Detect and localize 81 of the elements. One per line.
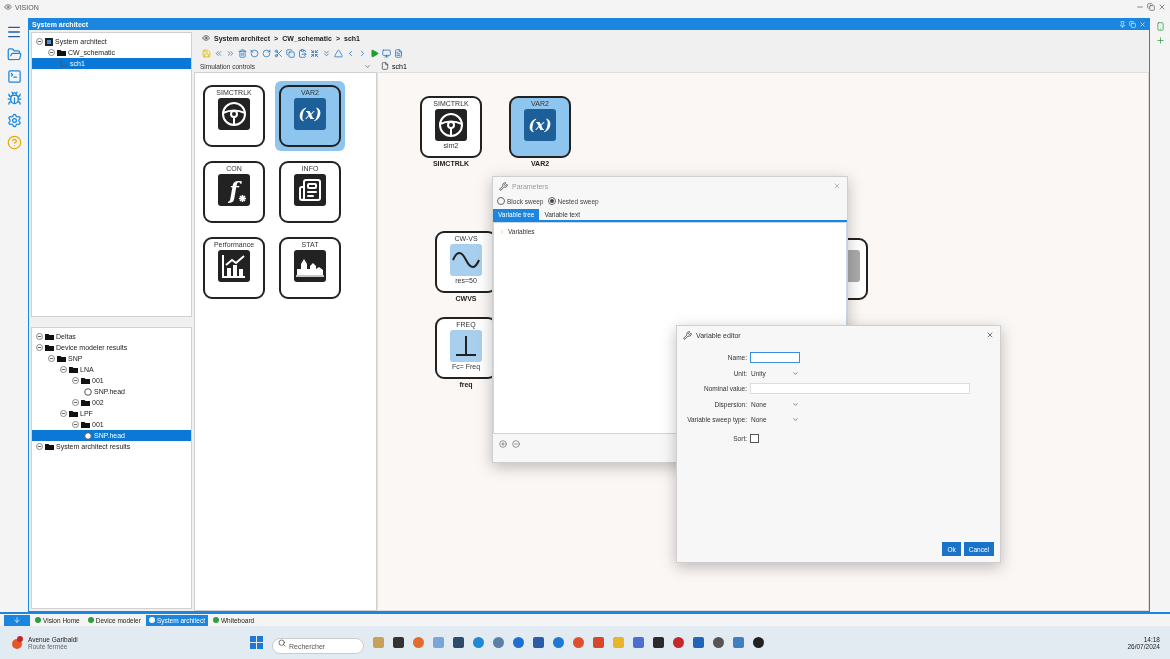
collapse-icon[interactable] [72,377,79,384]
taskbar-app-icon[interactable] [393,637,404,648]
variable-symbol: (x) [298,106,322,122]
chevron-down-icon [364,62,371,70]
pin-icon[interactable] [1119,21,1126,28]
variable-symbol: (x) [528,117,552,133]
help-icon[interactable] [6,135,22,150]
delete-icon[interactable] [238,48,247,58]
restore-icon[interactable] [1129,21,1136,28]
chevron-right-icon [499,228,505,235]
minimize-icon[interactable] [1136,3,1144,11]
undo-icon[interactable] [250,48,259,58]
app-logo-icon [4,3,12,11]
play-icon[interactable] [370,48,379,58]
steering-wheel-icon [438,112,464,138]
remove-icon[interactable] [512,440,520,448]
text-field[interactable] [750,352,800,363]
bug-icon[interactable] [6,91,22,106]
search-icon [278,638,286,647]
paste-icon[interactable] [298,48,307,58]
folder-icon [57,49,66,56]
arrow-down-icon [13,616,21,624]
weather-alert-icon [10,635,24,650]
collapse-icon[interactable] [36,333,43,340]
triangle-icon[interactable] [334,48,343,58]
collapse-icon[interactable] [72,399,79,406]
tab-dot-icon [35,617,41,623]
newspaper-icon [298,178,322,202]
ground-symbol-icon [455,335,477,357]
cut-icon[interactable] [274,48,283,58]
collapse-icon[interactable] [48,355,55,362]
file-icon [381,62,389,70]
bar-chart-icon [221,253,247,279]
steering-wheel-icon [221,101,247,127]
device-icon [1155,22,1165,31]
folder-icon[interactable] [6,47,22,62]
chevron-down-icon [792,369,799,377]
wrench-icon [683,330,692,340]
monitor-icon[interactable] [382,48,391,58]
terminal-icon[interactable] [6,69,22,84]
file-icon [84,431,92,440]
taskbar-app-icon[interactable] [753,637,764,648]
collapse-icon[interactable] [36,344,43,351]
wrench-icon [499,181,508,191]
project-icon [45,37,53,46]
back-icon[interactable] [214,48,223,58]
file-icon [84,387,92,396]
shrink-icon[interactable] [310,48,319,58]
sine-wave-icon [452,250,480,270]
tab-dot-icon [212,617,219,623]
checkbox[interactable] [750,434,759,443]
redo-icon[interactable] [262,48,271,58]
tree-connector-icon [60,59,68,68]
start-icon[interactable] [250,636,263,649]
restore-icon[interactable] [1147,3,1155,11]
document-icon[interactable] [394,48,403,58]
folder-icon [45,443,54,450]
close-icon[interactable] [986,331,994,339]
chevrons-down-icon[interactable] [322,48,331,58]
panel-toggle-button[interactable] [4,614,30,626]
close-icon[interactable] [833,182,841,190]
chevron-right-icon[interactable] [358,48,367,58]
collapse-icon[interactable] [36,443,43,450]
settings-icon[interactable] [6,113,22,128]
eye-icon [202,34,210,42]
menu-icon[interactable] [6,24,22,40]
collapse-icon[interactable] [48,49,55,56]
collapse-icon[interactable] [60,410,67,417]
taskbar-app-icon[interactable] [713,637,724,648]
taskbar-app-icon[interactable] [653,637,664,648]
collapse-icon[interactable] [72,421,79,428]
plus-icon [1155,36,1165,45]
collapse-icon[interactable] [60,366,67,373]
tab-dot-icon [87,617,94,623]
collapse-icon[interactable] [36,38,43,45]
copy-icon[interactable] [286,48,295,58]
chevron-left-icon[interactable] [346,48,355,58]
add-icon[interactable] [499,440,507,448]
close-icon[interactable] [1158,3,1166,11]
tab-dot-icon [148,617,155,623]
forward-icon[interactable] [226,48,235,58]
